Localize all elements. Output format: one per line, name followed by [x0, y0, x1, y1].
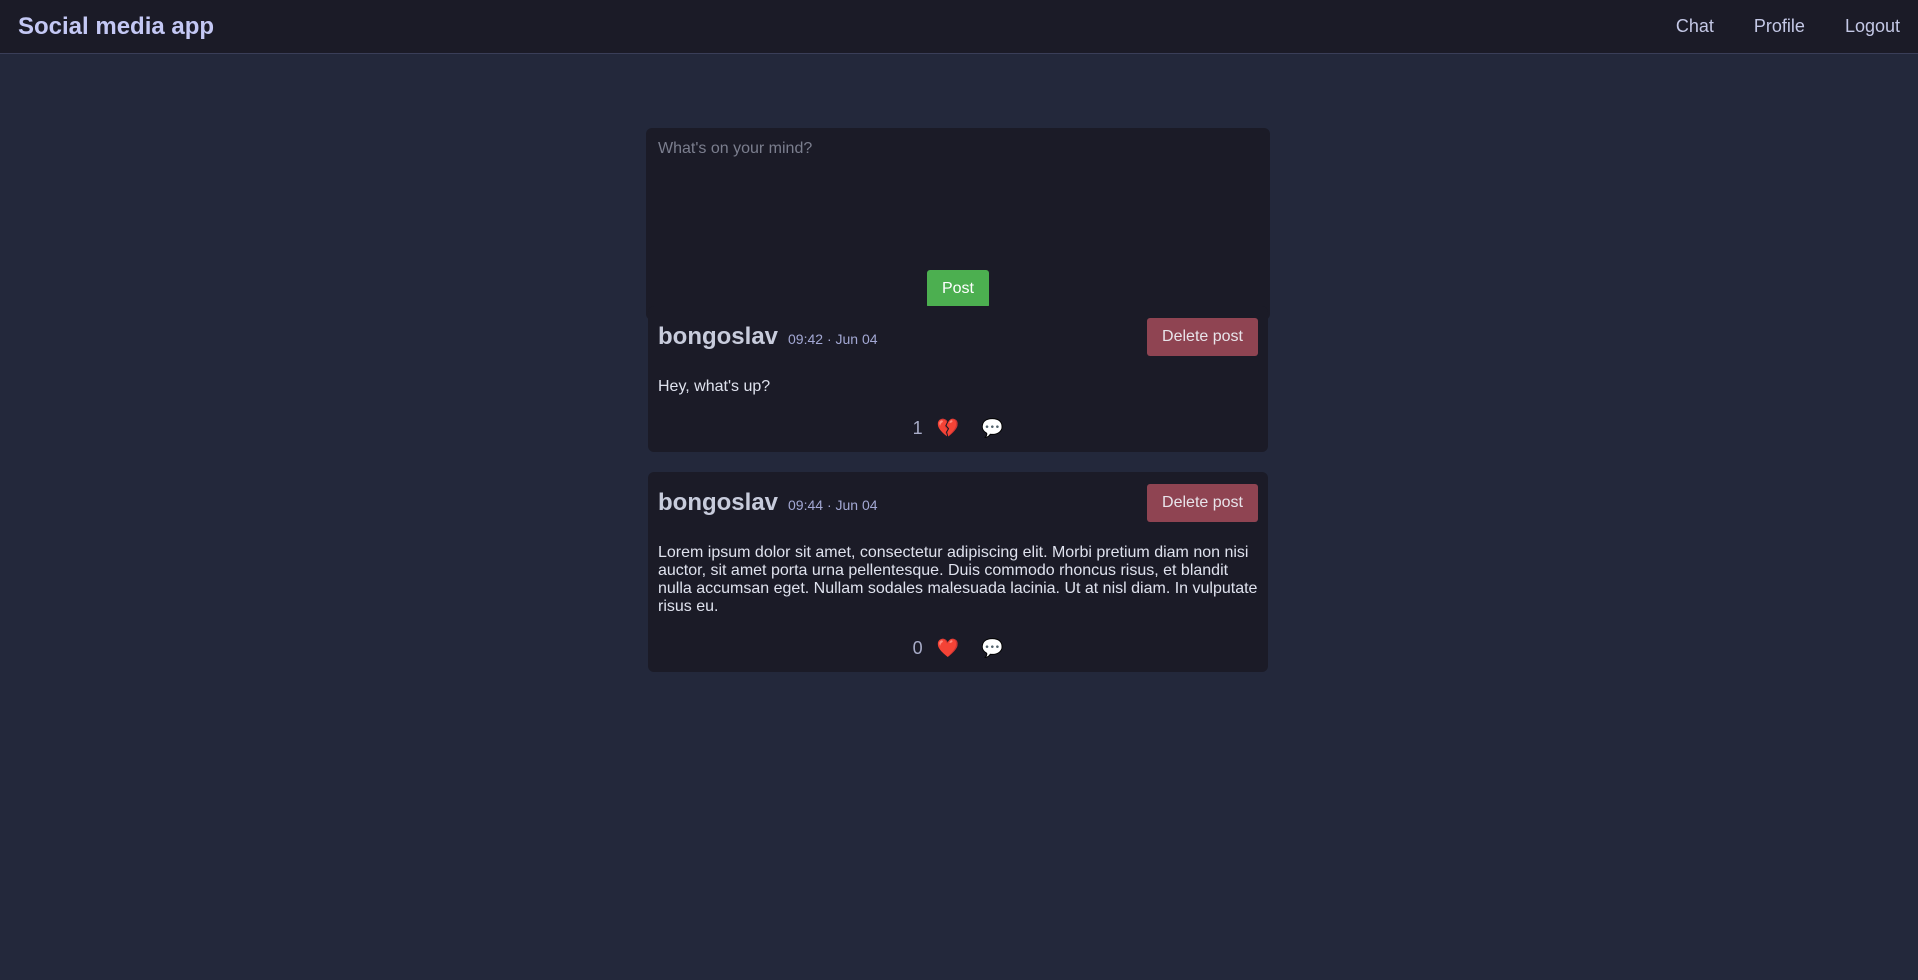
- post-author[interactable]: bongoslav: [658, 323, 778, 351]
- nav-link-logout[interactable]: Logout: [1845, 16, 1900, 37]
- post-meta: bongoslav 09:42 · Jun 04: [658, 323, 878, 351]
- post-button[interactable]: Post: [927, 270, 989, 308]
- post-actions: 0 ❤️ 💬: [658, 628, 1258, 668]
- nav-link-profile[interactable]: Profile: [1754, 16, 1805, 37]
- post-body: Lorem ipsum dolor sit amet, consectetur …: [658, 544, 1258, 615]
- app-brand[interactable]: Social media app: [18, 13, 214, 41]
- navbar: Social media app Chat Profile Logout: [0, 0, 1918, 54]
- post-body: Hey, what's up?: [658, 378, 771, 395]
- post-timestamp: 09:42 · Jun 04: [788, 331, 878, 347]
- delete-post-button[interactable]: Delete post: [1147, 484, 1258, 522]
- delete-post-button[interactable]: Delete post: [1147, 318, 1258, 356]
- post-card: bongoslav 09:44 · Jun 04 Delete post Lor…: [648, 472, 1268, 672]
- post-text-input[interactable]: [658, 140, 1258, 258]
- speech-bubble-icon[interactable]: 💬: [981, 639, 1003, 657]
- post-actions: 1 💔 💬: [658, 408, 1258, 448]
- speech-bubble-icon[interactable]: 💬: [981, 419, 1003, 437]
- nav-links: Chat Profile Logout: [1636, 16, 1900, 37]
- post-meta: bongoslav 09:44 · Jun 04: [658, 489, 878, 517]
- heart-icon[interactable]: ❤️: [937, 639, 959, 657]
- like-count: 1: [912, 417, 923, 438]
- broken-heart-icon[interactable]: 💔: [937, 419, 959, 437]
- post-timestamp: 09:44 · Jun 04: [788, 497, 878, 513]
- post-composer: Post: [646, 128, 1270, 320]
- nav-link-chat[interactable]: Chat: [1676, 16, 1714, 37]
- post-author[interactable]: bongoslav: [658, 489, 778, 517]
- like-count: 0: [912, 637, 923, 658]
- post-card: bongoslav 09:42 · Jun 04 Delete post Hey…: [648, 306, 1268, 452]
- post-header: bongoslav 09:44 · Jun 04 Delete post: [658, 472, 1258, 534]
- post-header: bongoslav 09:42 · Jun 04 Delete post: [658, 306, 1258, 368]
